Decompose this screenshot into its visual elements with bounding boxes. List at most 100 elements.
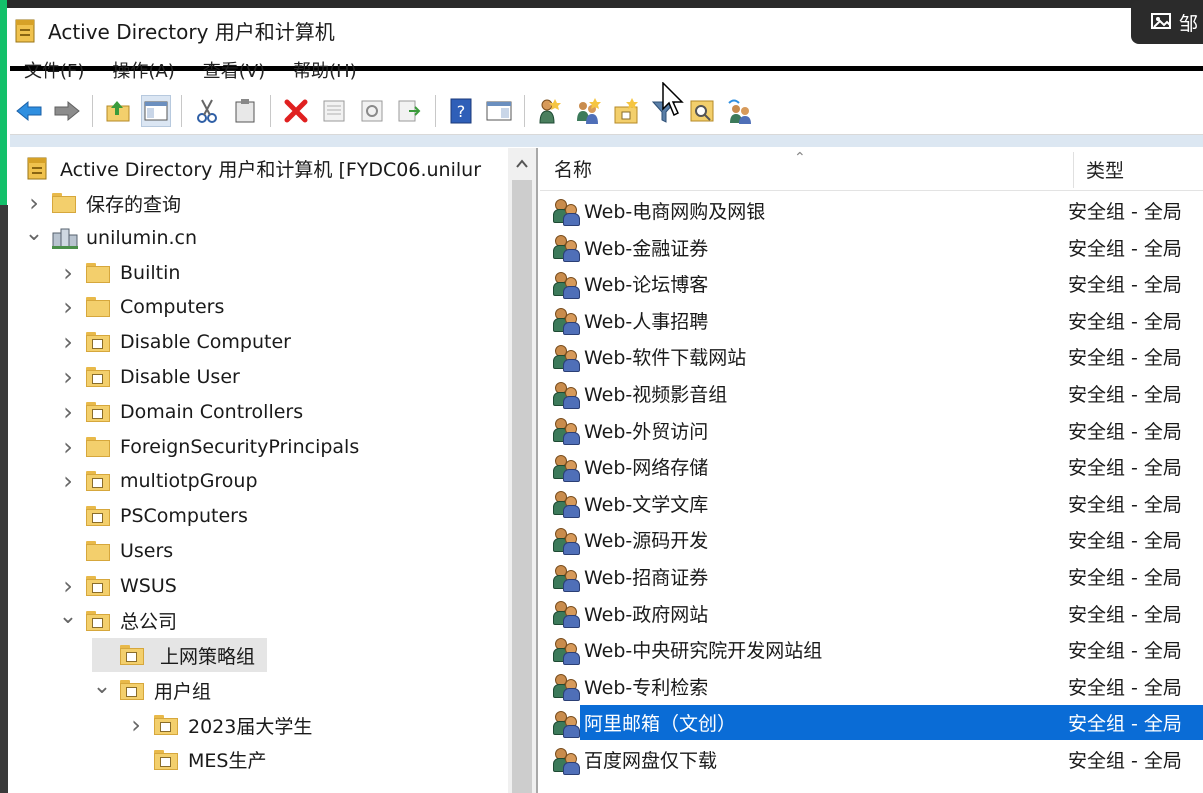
list-item[interactable]: Web-网络存储 安全组 - 全局	[540, 449, 1203, 484]
list-item[interactable]: Web-政府网站 安全组 - 全局	[540, 596, 1203, 631]
add-to-group-icon[interactable]	[725, 95, 755, 127]
menu-action[interactable]: 操作(A)	[98, 57, 188, 83]
ou-folder-icon	[154, 715, 178, 735]
tree-item[interactable]: › Builtin	[58, 256, 180, 290]
ou-folder-icon	[86, 367, 110, 387]
help-icon[interactable]: ?	[446, 95, 476, 127]
tree-item[interactable]: › 2023届大学生	[126, 708, 312, 742]
ou-badge	[160, 756, 171, 767]
group-type: 安全组 - 全局	[1068, 420, 1182, 443]
list-item[interactable]: 阿里邮箱（文创） 安全组 - 全局	[540, 705, 1203, 741]
cut-icon[interactable]	[192, 95, 222, 127]
new-ou-icon[interactable]	[611, 95, 641, 127]
tree-root[interactable]: Active Directory 用户和计算机 [FYDC06.unilur	[14, 151, 481, 185]
list-item[interactable]: Web-外贸访问 安全组 - 全局	[540, 413, 1203, 448]
toolbar: ?	[10, 88, 1203, 135]
tree-item-label: 2023届大学生	[188, 715, 313, 738]
list-item[interactable]: Web-专利检索 安全组 - 全局	[540, 669, 1203, 704]
security-group-icon	[552, 234, 580, 263]
properties-icon[interactable]	[319, 95, 349, 127]
tree-scrollbar[interactable]	[508, 148, 536, 793]
chevron-right-icon[interactable]: ›	[58, 293, 78, 321]
tree-root-label: Active Directory 用户和计算机 [FYDC06.unilur	[60, 158, 482, 181]
tree-item[interactable]: ⌄ unilumin.cn	[24, 221, 197, 255]
tree-item[interactable]: › WSUS	[58, 569, 177, 603]
tree-item[interactable]: MES生产	[126, 743, 266, 777]
menu-view[interactable]: 查看(V)	[189, 57, 279, 83]
list-item[interactable]: Web-中央研究院开发网站组 安全组 - 全局	[540, 632, 1203, 667]
list-item[interactable]: Web-论坛博客 安全组 - 全局	[540, 266, 1203, 301]
menu-file[interactable]: 文件(F)	[10, 57, 98, 83]
screen-green-edge	[0, 0, 7, 205]
tree-item[interactable]: › Computers	[58, 290, 224, 324]
new-group-icon[interactable]	[573, 95, 603, 127]
paste-icon[interactable]	[230, 95, 260, 127]
list-item[interactable]: Web-招商证券 安全组 - 全局	[540, 559, 1203, 594]
chevron-right-icon[interactable]: ›	[24, 189, 44, 217]
tree-item-label: Domain Controllers	[120, 400, 304, 423]
menu-help[interactable]: 帮助(H)	[279, 57, 371, 83]
list-item[interactable]: Web-视频影音组 安全组 - 全局	[540, 376, 1203, 411]
tree-item-label: Builtin	[120, 261, 181, 284]
ou-folder-icon	[86, 332, 110, 353]
chevron-right-icon[interactable]: ›	[58, 572, 78, 600]
column-header-name[interactable]: ⌃ 名称	[540, 148, 1074, 190]
find-icon[interactable]	[687, 95, 717, 127]
chevron-down-icon[interactable]: ⌄	[24, 221, 44, 246]
tree-item[interactable]: Users	[58, 534, 173, 568]
back-arrow-icon[interactable]	[14, 95, 44, 127]
list-item[interactable]: Web-源码开发 安全组 - 全局	[540, 522, 1203, 557]
chevron-right-icon[interactable]: ›	[58, 328, 78, 356]
console-tree[interactable]: Active Directory 用户和计算机 [FYDC06.unilur ›…	[14, 148, 538, 793]
list-item[interactable]: Web-文学文库 安全组 - 全局	[540, 486, 1203, 521]
chevron-right-icon[interactable]: ›	[58, 363, 78, 391]
scroll-up-icon[interactable]	[514, 156, 530, 172]
tree-item[interactable]: › ForeignSecurityPrincipals	[58, 430, 359, 464]
overlay-badge[interactable]: 邹	[1131, 0, 1203, 44]
list-item[interactable]: Web-人事招聘 安全组 - 全局	[540, 303, 1203, 338]
tree-item[interactable]: ⌄ 总公司	[58, 604, 177, 638]
image-icon	[1151, 12, 1173, 32]
column-header-type[interactable]: 类型	[1074, 148, 1124, 190]
details-list[interactable]: ⌃ 名称 类型 Web-电商网购及网银 安全组 - 全局 Web-金融证券 安全组 -…	[540, 148, 1203, 793]
list-item[interactable]: Web-电商网购及网银 安全组 - 全局	[540, 193, 1203, 228]
tree-item[interactable]: › Disable Computer	[58, 325, 291, 359]
new-user-icon[interactable]	[535, 95, 565, 127]
ou-badge	[126, 652, 137, 663]
tree-item[interactable]: › Domain Controllers	[58, 395, 303, 429]
show-console-tree-icon[interactable]	[141, 95, 171, 127]
tree-item[interactable]: ⌄ 用户组	[92, 673, 211, 707]
security-group-icon	[552, 417, 580, 446]
mouse-cursor-icon	[662, 81, 686, 118]
tree-item[interactable]: PSComputers	[58, 499, 248, 533]
ou-folder-icon	[154, 749, 178, 770]
tree-item[interactable]: › Disable User	[58, 360, 240, 394]
tree-item[interactable]: › 保存的查询	[24, 186, 181, 220]
chevron-right-icon[interactable]: ›	[58, 467, 78, 495]
chevron-down-icon[interactable]: ⌄	[92, 674, 112, 699]
chevron-right-icon[interactable]: ›	[58, 259, 78, 287]
up-folder-icon[interactable]	[103, 95, 133, 127]
chevron-right-icon[interactable]: ›	[58, 398, 78, 426]
forward-arrow-icon[interactable]	[52, 95, 82, 127]
list-item[interactable]: Web-软件下载网站 安全组 - 全局	[540, 339, 1203, 374]
security-group-icon	[552, 490, 580, 519]
security-group-icon	[552, 381, 580, 409]
list-item[interactable]: Web-金融证券 安全组 - 全局	[540, 230, 1203, 265]
tree-item[interactable]: › multiotpGroup	[58, 464, 257, 498]
delete-icon[interactable]	[281, 95, 311, 127]
list-item[interactable]: 百度网盘仅下载 安全组 - 全局	[540, 742, 1203, 777]
chevron-right-icon[interactable]: ›	[58, 433, 78, 461]
tree-item[interactable]: 上网策略组	[92, 638, 268, 673]
chevron-down-icon[interactable]: ⌄	[58, 604, 78, 629]
refresh-icon[interactable]	[357, 95, 387, 127]
chevron-right-icon[interactable]: ›	[126, 711, 146, 739]
no-caret	[126, 750, 146, 770]
export-list-icon[interactable]	[395, 95, 425, 127]
ou-folder-icon	[86, 401, 110, 422]
security-group-icon	[552, 600, 580, 629]
show-action-pane-icon[interactable]	[484, 95, 514, 127]
group-type: 安全组 - 全局	[1068, 493, 1182, 516]
group-type: 安全组 - 全局	[1068, 201, 1182, 223]
tree-scroll-thumb[interactable]	[512, 180, 532, 793]
